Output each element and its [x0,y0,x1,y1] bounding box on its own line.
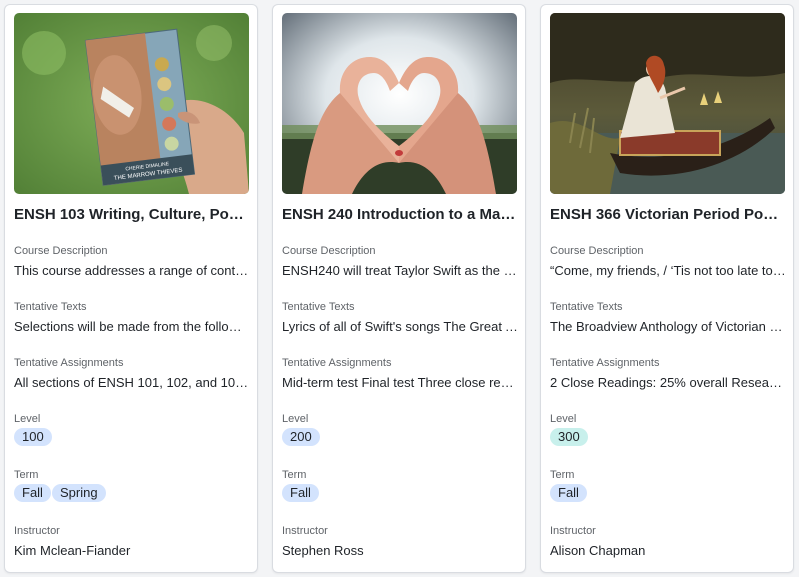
course-card[interactable]: ENSH 240 Introduction to a Major Author … [272,4,526,573]
term-badge-fall: Fall [550,484,587,502]
tentative-assignments-value: Mid-term test Final test Three close rea… [282,375,518,390]
course-description-label: Course Description [550,245,644,257]
term-label: Term [282,469,307,481]
tentative-texts-label: Tentative Texts [550,301,623,313]
course-image-heart-hands [282,13,517,194]
level-badge: 200 [282,428,320,446]
course-description-value: This course addresses a range of contemp… [14,263,250,278]
tentative-assignments-value: All sections of ENSH 101, 102, and 103 s… [14,375,250,390]
tentative-texts-value: Lyrics of all of Swift's songs The Great… [282,319,518,334]
instructor-value: Alison Chapman [550,543,646,558]
course-card[interactable]: ENSH 366 Victorian Period Poetry Course … [540,4,794,573]
tentative-assignments-label: Tentative Assignments [14,357,124,369]
course-description-value: “Come, my friends, / ‘Tis not too late t… [550,263,786,278]
tentative-texts-value: The Broadview Anthology of Victorian Poe… [550,319,786,334]
level-badge: 100 [14,428,52,446]
course-image-painting [550,13,785,194]
course-card[interactable]: CHERIE DIMALINE THE MARROW THIEVES ENSH … [4,4,258,573]
course-title[interactable]: ENSH 103 Writing, Culture, Postcoloniali… [14,206,250,223]
instructor-label: Instructor [550,525,596,537]
term-badge-fall: Fall [282,484,319,502]
level-label: Level [14,413,41,425]
instructor-label: Instructor [14,525,60,537]
level-badge: 300 [550,428,588,446]
course-description-label: Course Description [14,245,108,257]
tentative-texts-label: Tentative Texts [282,301,355,313]
term-badge-spring: Spring [52,484,106,502]
tentative-texts-value: Selections will be made from the followi… [14,319,250,334]
instructor-label: Instructor [282,525,328,537]
course-title[interactable]: ENSH 240 Introduction to a Major Author [282,206,518,223]
term-badge-fall: Fall [14,484,51,502]
instructor-value: Kim Mclean-Fiander [14,543,131,558]
term-label: Term [550,469,575,481]
course-image-book-cover: CHERIE DIMALINE THE MARROW THIEVES [14,13,249,194]
tentative-assignments-label: Tentative Assignments [550,357,660,369]
course-description-value: ENSH240 will treat Taylor Swift as the a… [282,263,518,278]
tentative-assignments-label: Tentative Assignments [282,357,392,369]
instructor-value: Stephen Ross [282,543,364,558]
level-label: Level [550,413,577,425]
course-description-label: Course Description [282,245,376,257]
tentative-texts-label: Tentative Texts [14,301,87,313]
term-label: Term [14,469,39,481]
tentative-assignments-value: 2 Close Readings: 25% overall Research E… [550,375,786,390]
course-title[interactable]: ENSH 366 Victorian Period Poetry [550,206,786,223]
level-label: Level [282,413,309,425]
